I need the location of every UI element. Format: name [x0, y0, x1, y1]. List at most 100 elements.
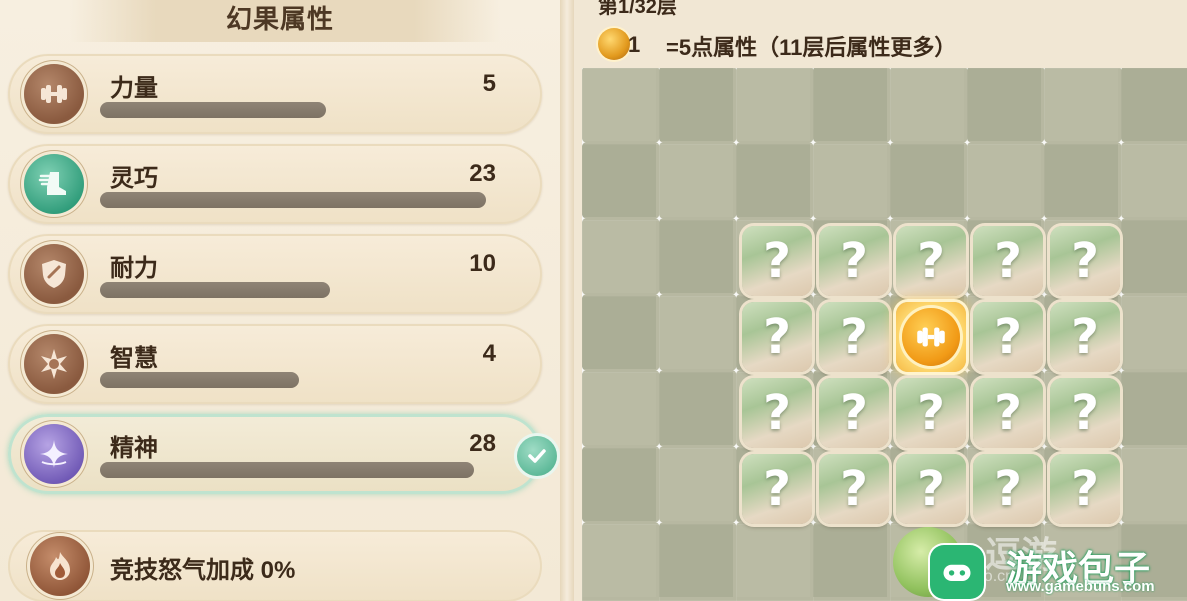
board-cell: [582, 68, 656, 141]
hidden-tile[interactable]: ?: [819, 378, 889, 448]
grid-sparkle: ✦: [1117, 518, 1126, 529]
grid-sparkle: ✦: [963, 138, 972, 149]
stat-label: 耐力: [110, 255, 158, 282]
board-cell: [1121, 372, 1187, 445]
grid-sparkle: ✦: [582, 290, 587, 301]
board-cell: [1121, 448, 1187, 521]
panel-title: 幻果属性: [225, 4, 334, 34]
grid-sparkle: ✦: [582, 214, 587, 225]
board-cell: [967, 144, 1041, 217]
board-cell: [890, 68, 964, 141]
hidden-tile[interactable]: ?: [742, 226, 812, 296]
hidden-tile[interactable]: ?: [973, 454, 1043, 524]
grid-sparkle: ✦: [1040, 290, 1049, 301]
stat-bar: [100, 372, 490, 388]
hidden-tile[interactable]: ?: [896, 226, 966, 296]
hidden-tile[interactable]: ?: [1050, 226, 1120, 296]
grid-sparkle: ✦: [655, 366, 664, 377]
grid-sparkle: ✦: [655, 138, 664, 149]
reward-description: =5点属性（11层后属性更多）: [666, 35, 957, 60]
question-mark-icon: ?: [840, 461, 868, 517]
grid-sparkle: ✦: [886, 214, 895, 225]
board-cell: [582, 296, 656, 369]
grid-sparkle: ✦: [1040, 138, 1049, 149]
hidden-tile[interactable]: ?: [896, 378, 966, 448]
board-cell: [659, 524, 733, 597]
question-mark-icon: ?: [994, 233, 1022, 289]
stat-bar: [100, 282, 490, 298]
hidden-tile[interactable]: ?: [742, 454, 812, 524]
board-cell: [582, 524, 656, 597]
floor-indicator: 第1/32层: [598, 0, 677, 18]
stat-value: 5: [482, 70, 496, 97]
hidden-tile[interactable]: ?: [1050, 454, 1120, 524]
hidden-tile[interactable]: ?: [973, 378, 1043, 448]
board-cell: [1121, 68, 1187, 141]
reward-count: 1: [628, 32, 641, 57]
grid-sparkle: ✦: [886, 290, 895, 301]
stat-row-stamina[interactable]: 耐力 10: [8, 234, 542, 314]
board-cell: [582, 220, 656, 293]
hidden-tile[interactable]: ?: [819, 454, 889, 524]
board-cell: [736, 68, 810, 141]
grid-sparkle: ✦: [963, 366, 972, 377]
stat-label: 力量: [110, 75, 158, 102]
board-cell: [659, 144, 733, 217]
dumbbell-icon: [24, 64, 84, 124]
question-mark-icon: ?: [917, 461, 945, 517]
hidden-tile[interactable]: ?: [819, 302, 889, 372]
flame-icon: [30, 536, 90, 596]
grid-sparkle: ✦: [655, 214, 664, 225]
stat-label: 智慧: [110, 345, 158, 372]
grid-sparkle: ✦: [732, 68, 740, 73]
stat-bar-fill: [100, 372, 299, 388]
grid-sparkle: ✦: [886, 518, 895, 529]
spirit-star-icon: [24, 424, 84, 484]
dumbbell-icon: [902, 308, 960, 366]
grid-sparkle: ✦: [1117, 290, 1126, 301]
board-cell: [659, 220, 733, 293]
hidden-tile[interactable]: ?: [1050, 302, 1120, 372]
stat-row-strength[interactable]: 力量 5: [8, 54, 542, 134]
grid-sparkle: ✦: [1040, 442, 1049, 453]
grid-sparkle: ✦: [886, 68, 894, 73]
board-cell: [813, 524, 887, 597]
stat-row-agility[interactable]: 灵巧 23: [8, 144, 542, 224]
grid-sparkle: ✦: [809, 366, 818, 377]
hidden-tile[interactable]: ?: [896, 454, 966, 524]
grid-sparkle: ✦: [732, 442, 741, 453]
hidden-tile[interactable]: ?: [1050, 378, 1120, 448]
grid-sparkle: ✦: [732, 290, 741, 301]
grid-sparkle: ✦: [809, 214, 818, 225]
hidden-tile[interactable]: ?: [819, 226, 889, 296]
stat-row-spirit[interactable]: 精神 28: [8, 414, 542, 494]
hidden-tile[interactable]: ?: [742, 302, 812, 372]
board-cell: [1121, 144, 1187, 217]
question-mark-icon: ?: [917, 385, 945, 441]
question-mark-icon: ?: [994, 461, 1022, 517]
grid-sparkle: ✦: [655, 518, 664, 529]
grid-sparkle: ✦: [732, 138, 741, 149]
board-cell: [736, 144, 810, 217]
hidden-tile[interactable]: ?: [742, 378, 812, 448]
grid-sparkle: ✦: [1117, 68, 1125, 73]
grid-sparkle: ✦: [582, 138, 587, 149]
grid-sparkle: ✦: [655, 290, 664, 301]
revealed-tile[interactable]: [896, 302, 966, 372]
hidden-tile[interactable]: ?: [973, 226, 1043, 296]
hidden-tile[interactable]: ?: [973, 302, 1043, 372]
question-mark-icon: ?: [994, 309, 1022, 365]
board-cell: [736, 524, 810, 597]
grid-sparkle: ✦: [1117, 442, 1126, 453]
puzzle-board: ✦ ✦ ✦ ✦ ✦ ✦ ✦ ✦ ✦ ✦ ✦ ✦ ✦ ✦ ✦ ✦ ✦ ✦ ✦ ✦ ✦ ✦ ✦ ✦ ✦ ✦ ✦ ✦ ✦ ✦ ✦ ✦ ✦ ✦ ✦ ✦ ✦ ✦ ✦ ✦…: [582, 68, 1187, 601]
grid-sparkle: ✦: [886, 442, 895, 453]
grid-sparkle: ✦: [582, 442, 587, 453]
board-cell: [1044, 144, 1118, 217]
question-mark-icon: ?: [763, 233, 791, 289]
question-mark-icon: ?: [840, 309, 868, 365]
question-mark-icon: ?: [1071, 385, 1099, 441]
grid-sparkle: ✦: [1040, 214, 1049, 225]
board-cell: [659, 372, 733, 445]
grid-sparkle: ✦: [655, 442, 664, 453]
stat-row-wisdom[interactable]: 智慧 4: [8, 324, 542, 404]
